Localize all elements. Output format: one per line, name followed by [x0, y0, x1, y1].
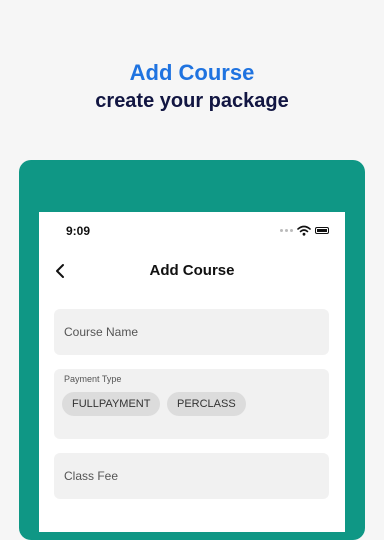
promo-subtitle: create your package [95, 90, 289, 112]
app-screen: 9:09 Add Course Course Name Payment Type… [39, 212, 345, 532]
battery-icon [315, 226, 329, 234]
payment-option-perclass[interactable]: PERCLASS [167, 392, 246, 416]
course-name-placeholder: Course Name [64, 325, 139, 339]
course-name-field[interactable]: Course Name [54, 309, 329, 355]
status-icons [280, 224, 329, 236]
payment-option-fullpayment[interactable]: FULLPAYMENT [62, 392, 161, 416]
payment-type-group: Payment Type FULLPAYMENT PERCLASS [54, 369, 329, 439]
page-title: Add Course [149, 262, 235, 279]
wifi-icon [297, 225, 311, 236]
status-time: 9:09 [66, 224, 91, 238]
cellular-signal-icon [280, 228, 293, 232]
class-fee-placeholder: Class Fee [64, 469, 119, 483]
class-fee-field[interactable]: Class Fee [54, 453, 329, 499]
payment-type-label: Payment Type [64, 374, 122, 384]
promo-title: Add Course [129, 60, 255, 85]
